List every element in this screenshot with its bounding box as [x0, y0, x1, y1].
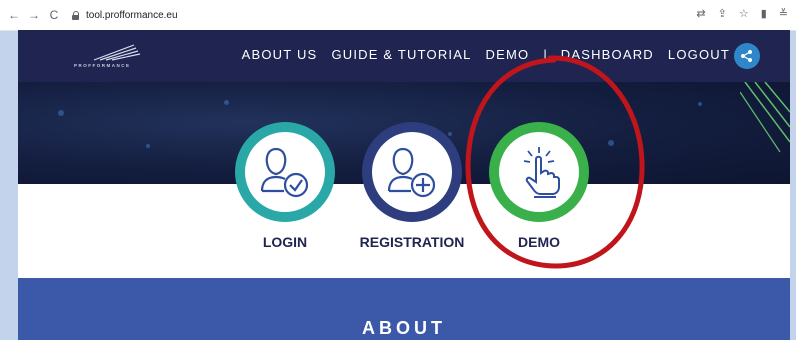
- user-check-icon: [260, 147, 309, 198]
- user-plus-icon: [387, 147, 436, 198]
- about-heading: ABOUT: [362, 318, 446, 338]
- logo-text: PROFFORMANCE: [74, 63, 131, 68]
- right-frame: [790, 0, 796, 340]
- nav-dashboard[interactable]: DASHBOARD: [561, 47, 654, 62]
- star-icon[interactable]: ☆: [739, 7, 749, 20]
- nav-guide-tutorial[interactable]: GUIDE & TUTORIAL: [331, 47, 471, 62]
- bokeh-dot: [698, 102, 702, 106]
- sidebar-icon[interactable]: ▮: [761, 7, 767, 20]
- url-text[interactable]: tool.profformance.eu: [86, 10, 178, 21]
- demo-button[interactable]: [489, 122, 589, 222]
- main-nav: ABOUT US GUIDE & TUTORIAL DEMO | DASHBOA…: [242, 47, 730, 62]
- site-header: PROFFORMANCE ABOUT US GUIDE & TUTORIAL D…: [18, 30, 790, 82]
- registration-label[interactable]: REGISTRATION: [352, 234, 472, 250]
- address-bar[interactable]: tool.profformance.eu: [72, 10, 178, 21]
- login-label[interactable]: LOGIN: [235, 234, 335, 250]
- registration-button[interactable]: [362, 122, 462, 222]
- nav-demo[interactable]: DEMO: [486, 47, 530, 62]
- share-nodes-icon: [741, 50, 752, 62]
- left-frame: [0, 0, 18, 340]
- bokeh-dot: [608, 140, 614, 146]
- logo-mark: [93, 44, 141, 61]
- bokeh-dot: [448, 132, 452, 136]
- share-icon[interactable]: ⇪: [718, 7, 727, 20]
- demo-label[interactable]: DEMO: [489, 234, 589, 250]
- reload-icon[interactable]: C: [46, 7, 62, 23]
- hand-pointer-icon: [523, 147, 560, 198]
- login-circle-inner: [245, 132, 325, 212]
- browser-toolbar: ← → C tool.profformance.eu ⇄ ⇪ ☆ ▮ ≚: [0, 0, 796, 31]
- nav-separator: |: [543, 47, 547, 62]
- bokeh-dot: [224, 100, 229, 105]
- bokeh-dot: [146, 144, 150, 148]
- bokeh-dot: [58, 110, 64, 116]
- lock-icon: [72, 10, 80, 20]
- profile-icon[interactable]: ≚: [779, 7, 788, 20]
- translate-icon[interactable]: ⇄: [696, 7, 705, 20]
- nav-logout[interactable]: LOGOUT: [668, 47, 730, 62]
- demo-circle-inner: [499, 132, 579, 212]
- nav-about-us[interactable]: ABOUT US: [242, 47, 318, 62]
- forward-icon[interactable]: →: [26, 7, 42, 23]
- back-icon[interactable]: ←: [6, 7, 22, 23]
- browser-actions: ⇄ ⇪ ☆ ▮ ≚: [696, 7, 788, 20]
- login-button[interactable]: [235, 122, 335, 222]
- about-section: ABOUT: [18, 278, 790, 340]
- green-wire-graphic: [740, 82, 790, 152]
- profformance-logo[interactable]: PROFFORMANCE: [74, 42, 154, 72]
- share-button[interactable]: [734, 43, 760, 69]
- registration-circle-inner: [372, 132, 452, 212]
